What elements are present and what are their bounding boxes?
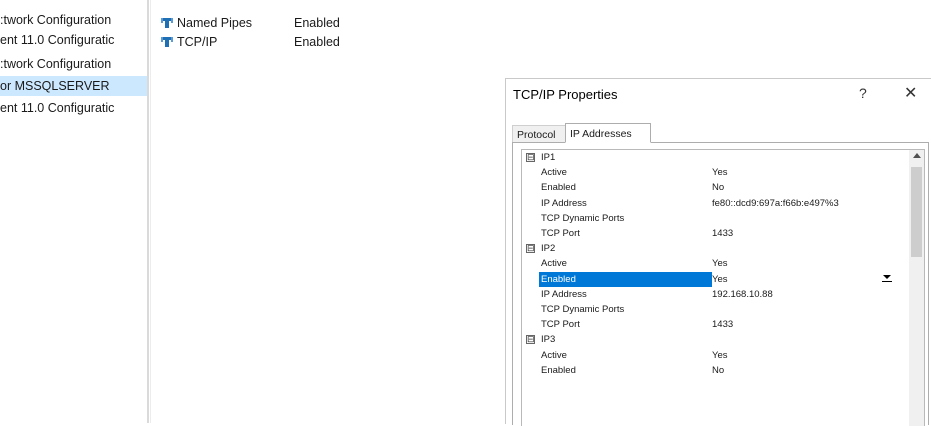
property-label: IP1 [541, 152, 556, 163]
protocol-name: Named Pipes [177, 16, 253, 30]
property-group-row[interactable]: ⊟ IP3 [522, 332, 908, 347]
collapse-icon[interactable]: ⊟ [526, 153, 535, 162]
dropdown-underline [882, 280, 892, 282]
property-value: 1433 [712, 319, 734, 331]
protocol-name: TCP/IP [177, 35, 218, 49]
property-label: Active [541, 349, 567, 361]
property-label: Active [541, 167, 567, 179]
property-value: Yes [712, 349, 728, 361]
tab-protocol[interactable]: Protocol [512, 125, 566, 143]
property-row[interactable]: TCP Port 1433 [522, 317, 908, 332]
property-label: Enabled [541, 182, 576, 194]
tab-panel-ip-addresses: Enabled No Active Yes ⊟ IP3 TCP Port 1433 TCP Dy… [512, 142, 929, 426]
console-tree: :twork Configuration ent 11.0 Configurat… [0, 0, 148, 423]
property-row[interactable]: TCP Dynamic Ports [522, 211, 908, 226]
property-group-row[interactable]: ⊟ IP1 [522, 150, 908, 165]
tree-item-client-config-1[interactable]: ent 11.0 Configuratic [0, 30, 114, 50]
property-value: No [712, 182, 725, 194]
tree-item-network-config-1[interactable]: :twork Configuration [0, 10, 111, 30]
protocol-icon [161, 37, 173, 47]
property-row[interactable]: TCP Port 1433 [522, 226, 908, 241]
protocol-icon [161, 18, 173, 28]
collapse-icon[interactable]: ⊟ [526, 244, 535, 254]
property-label: IP2 [541, 243, 556, 255]
property-grid: Enabled No Active Yes ⊟ IP3 TCP Port 1433 TCP Dy… [521, 149, 925, 426]
scroll-up-arrow-icon[interactable] [913, 153, 921, 158]
pane-splitter[interactable] [147, 0, 149, 423]
property-value: 1433 [712, 228, 734, 239]
vertical-scrollbar[interactable] [909, 150, 924, 426]
property-label: TCP Port [541, 319, 580, 331]
property-value: Yes [712, 167, 728, 179]
tree-item-network-config-2[interactable]: :twork Configuration [0, 54, 111, 74]
property-row[interactable]: IP Address fe80::dcd9:697a:f66b:e497%3 [522, 196, 908, 211]
property-label: Enabled [541, 364, 576, 376]
help-button[interactable]: ? [859, 85, 867, 101]
property-value: Yes [712, 258, 728, 270]
property-value: No [712, 364, 725, 376]
property-row[interactable]: Active Yes [522, 256, 908, 271]
close-button[interactable]: ✕ [904, 83, 917, 103]
property-row[interactable]: Enabled No [522, 363, 908, 378]
tree-item-protocols-mssqlserver[interactable]: or MSSQLSERVER [0, 76, 147, 96]
property-label: Enabled [539, 271, 712, 287]
tcpip-properties-dialog: TCP/IP Properties ? ✕ Protocol IP Addres… [505, 78, 931, 426]
pane-divider [150, 0, 151, 423]
property-row[interactable]: TCP Dynamic Ports [522, 302, 908, 317]
property-row[interactable]: IP Address 192.168.10.88 [522, 287, 908, 302]
property-value: 192.168.10.88 [712, 288, 773, 300]
property-row[interactable]: Active Yes [522, 165, 908, 180]
tree-item-client-config-2[interactable]: ent 11.0 Configuratic [0, 98, 114, 118]
dialog-title: TCP/IP Properties [513, 87, 618, 102]
protocol-status: Enabled [294, 35, 340, 49]
property-value[interactable]: Yes [712, 272, 728, 287]
property-label: TCP Dynamic Ports [541, 212, 625, 224]
property-label: Active [541, 258, 567, 270]
property-row[interactable]: Active Yes [522, 348, 908, 363]
protocol-status: Enabled [294, 16, 340, 30]
dropdown-arrow-icon[interactable] [883, 274, 891, 279]
property-label: TCP Dynamic Ports [541, 304, 625, 315]
property-row[interactable]: Enabled No [522, 180, 908, 195]
tab-ip-addresses[interactable]: IP Addresses [565, 123, 651, 143]
property-label: IP3 [541, 334, 556, 346]
property-label: IP Address [541, 288, 587, 300]
scroll-thumb[interactable] [911, 167, 922, 257]
property-value: fe80::dcd9:697a:f66b:e497%3 [712, 197, 839, 209]
property-group-row[interactable]: ⊟ IP2 [522, 241, 908, 256]
property-row[interactable]: Enabled Yes [522, 271, 908, 287]
property-label: TCP Port [541, 228, 580, 239]
property-label: IP Address [541, 197, 587, 209]
collapse-icon[interactable]: ⊟ [526, 335, 535, 345]
